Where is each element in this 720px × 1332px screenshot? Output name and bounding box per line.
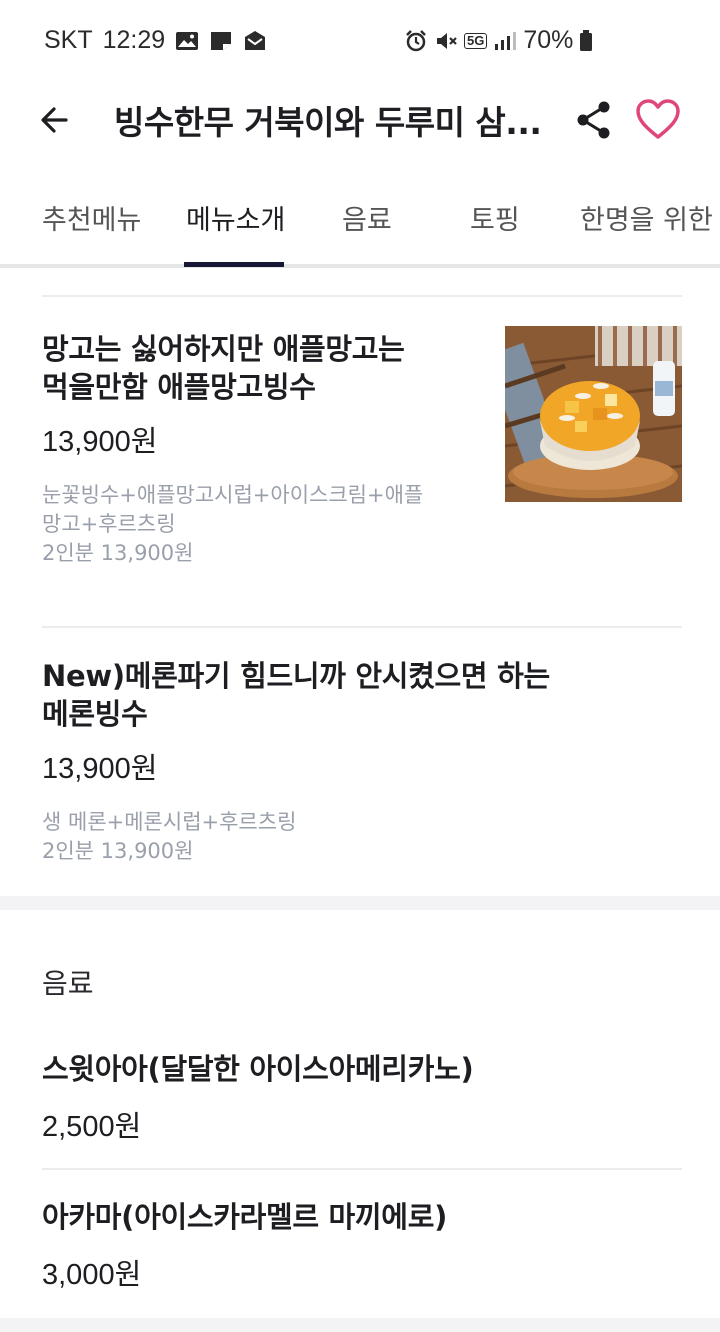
menu-item-description: 생 메론+메론시럽+후르츠링 2인분 13,900원 [42, 808, 296, 866]
section-separator [0, 1318, 720, 1332]
category-tabs: 추천메뉴 메뉴소개 음료 토핑 한명을 위한 [0, 180, 720, 268]
menu-item-price: 13,900원 [42, 753, 158, 785]
menu-item-name: 스윗아아(달달한 아이스아메리카노) [42, 1052, 474, 1086]
menu-item-price: 2,500원 [42, 1111, 142, 1143]
menu-item-name: 망고는 싫어하지만 애플망고는 먹을만함 애플망고빙수 [42, 330, 405, 406]
menu-item-photo [505, 326, 682, 502]
menu-item-name-line: New)메론파기 힘드니까 안시켰으면 하는 [42, 659, 550, 693]
status-right: 5G 70% [404, 26, 593, 55]
share-icon [577, 101, 610, 139]
menu-item-price: 3,000원 [42, 1259, 142, 1291]
tab-recommended[interactable]: 추천메뉴 [42, 198, 141, 237]
menu-item-description: 눈꽃빙수+애플망고시럽+아이스크림+애플 망고+후르츠링 2인분 13,900원 [42, 481, 423, 568]
menu-item-serving: 2인분 13,900원 [42, 839, 194, 863]
section-title-drinks: 음료 [42, 967, 94, 1000]
active-tab-indicator [184, 262, 284, 267]
menu-item-description-line: 망고+후르츠링 [42, 512, 176, 536]
menu-item-serving: 2인분 13,900원 [42, 541, 194, 565]
alarm-icon [406, 29, 426, 51]
back-arrow-icon [41, 107, 68, 133]
clock-label: 12:29 [102, 26, 166, 54]
share-button[interactable] [572, 98, 616, 142]
signal-icon [495, 31, 517, 50]
section-separator [0, 896, 720, 910]
carrier-label: SKT [44, 26, 93, 54]
heart-icon [636, 99, 680, 139]
tab-toppings[interactable]: 토핑 [470, 198, 520, 237]
battery-icon [580, 29, 593, 51]
app-header: 빙수한무 거북이와 두루미 삼... [0, 86, 720, 156]
mail-icon [245, 30, 266, 50]
favorite-button[interactable] [634, 96, 682, 144]
note-icon [211, 31, 232, 50]
menu-item-name-line: 메론빙수 [42, 697, 148, 731]
menu-item-description-line: 눈꽃빙수+애플망고시럽+아이스크림+애플 [42, 483, 424, 507]
network-label: 5G [464, 32, 488, 49]
menu-item-name: New)메론파기 힘드니까 안시켰으면 하는 메론빙수 [42, 657, 550, 733]
status-bar: SKT 12:29 5G 70% [0, 0, 720, 86]
gallery-icon [176, 31, 199, 50]
battery-label: 70% [523, 26, 574, 54]
divider [42, 1168, 682, 1170]
menu-item-description-line: 생 메론+메론시럽+후르츠링 [42, 810, 297, 834]
menu-item-price: 13,900원 [42, 426, 158, 458]
menu-item-name: 아카마(아이스카라멜르 마끼에로) [42, 1200, 448, 1234]
menu-item-name-line: 먹을만함 애플망고빙수 [42, 370, 316, 404]
menu-item-name-line: 망고는 싫어하지만 애플망고는 [42, 332, 405, 366]
divider [42, 295, 682, 297]
tab-menu-intro[interactable]: 메뉴소개 [186, 198, 285, 237]
page-title: 빙수한무 거북이와 두루미 삼... [114, 103, 542, 142]
status-left: SKT 12:29 [44, 26, 267, 55]
back-button[interactable] [36, 98, 80, 142]
tab-drinks[interactable]: 음료 [342, 198, 392, 237]
mute-icon [437, 32, 457, 49]
tab-single-serving[interactable]: 한명을 위한 [580, 198, 713, 237]
divider [42, 626, 682, 628]
